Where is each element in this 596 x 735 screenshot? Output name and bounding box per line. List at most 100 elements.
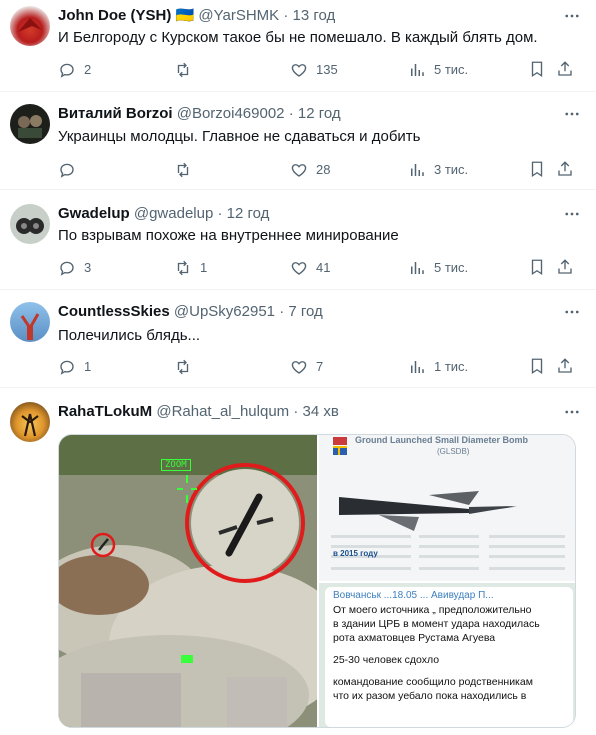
reply-button[interactable] [58, 160, 84, 180]
share-icon[interactable] [556, 357, 576, 377]
tweet-text: По взрывам похоже на внутреннее минирова… [58, 227, 399, 244]
chat-line: 25-30 человек сдохло [333, 654, 440, 666]
heart-icon [291, 361, 307, 374]
chat-screenshot-image[interactable]: Вовчанськ ...18.05 ... Авивудар П... От … [319, 583, 575, 727]
chat-message: Вовчанськ ...18.05 ... Авивудар П... От … [325, 587, 573, 727]
views-button[interactable]: 5 тис. [408, 258, 468, 278]
handle[interactable]: @Borzoi469002 [177, 105, 285, 122]
avatar[interactable] [10, 6, 50, 46]
handle[interactable]: @UpSky62951 [174, 303, 275, 320]
tweet-text: И Белгороду с Курском такое бы не помеша… [58, 29, 538, 46]
retweet-button[interactable]: 1 [174, 258, 207, 278]
reply-icon [60, 261, 74, 276]
bookmark-icon[interactable] [528, 258, 548, 278]
tweet[interactable]: CountlessSkies @UpSky62951 · 7 год Полеч… [0, 290, 596, 388]
display-name[interactable]: Виталий Borzoi [58, 105, 173, 122]
bookmark-icon[interactable] [528, 357, 548, 377]
tweet-header: Gwadelup @gwadelup · 12 год [58, 204, 269, 224]
infographic-image[interactable]: Ground Launched Small Diameter Bomb (GLS… [319, 435, 575, 581]
share-icon[interactable] [556, 160, 576, 180]
more-icon[interactable] [562, 204, 582, 224]
display-name[interactable]: CountlessSkies [58, 303, 170, 320]
tweet-text: Полечились блядь... [58, 327, 201, 344]
like-button[interactable]: 135 [290, 60, 338, 80]
tweet-header: Виталий Borzoi @Borzoi469002 · 12 год [58, 104, 341, 124]
more-icon[interactable] [562, 402, 582, 422]
views-button[interactable]: 5 тис. [408, 60, 468, 80]
timestamp[interactable]: · 13 год [283, 7, 335, 24]
action-bar: 2 135 5 тис. [58, 60, 578, 80]
heart-icon [291, 64, 307, 77]
like-count: 28 [316, 162, 331, 177]
video-zoom-label: ZOOM [161, 459, 191, 471]
like-button[interactable]: 28 [290, 160, 330, 180]
retweet-icon [177, 162, 189, 178]
reply-icon [60, 63, 74, 78]
timestamp[interactable]: · 34 хв [293, 403, 338, 420]
media-grid[interactable]: ZOOM Ground Launched Small Diameter Bomb… [58, 434, 576, 728]
handle[interactable]: @YarSHMK [198, 7, 279, 24]
display-name[interactable]: John Doe (YSH) [58, 7, 171, 24]
view-count: 5 тис. [434, 260, 469, 275]
analytics-icon [411, 262, 424, 274]
country-flag-badge: 🇺🇦 [175, 7, 195, 24]
analytics-icon [411, 64, 424, 76]
handle[interactable]: @Rahat_al_hulqum [156, 403, 289, 420]
avatar[interactable] [10, 104, 50, 144]
drone-video-image[interactable]: ZOOM [59, 435, 317, 727]
chat-line: что их разом уебало пока находились в [333, 690, 527, 702]
tweet-header: CountlessSkies @UpSky62951 · 7 год [58, 302, 323, 322]
more-icon[interactable] [562, 6, 582, 26]
avatar[interactable] [10, 302, 50, 342]
timestamp[interactable]: · 7 год [279, 303, 323, 320]
tweet[interactable]: John Doe (YSH) 🇺🇦 @YarSHMK · 13 год И Бе… [0, 0, 596, 92]
chat-line: рота ахматовцев Рустама Агуева [333, 632, 496, 644]
action-bar: 3 1 41 5 тис. [58, 258, 578, 278]
action-bar: 1 7 1 тис. [58, 357, 578, 377]
views-button[interactable]: 3 тис. [408, 160, 468, 180]
bookmark-icon[interactable] [528, 160, 548, 180]
reply-button[interactable]: 2 [58, 60, 91, 80]
more-icon[interactable] [562, 302, 582, 322]
handle[interactable]: @gwadelup [134, 205, 213, 222]
tweet[interactable]: Gwadelup @gwadelup · 12 год По взрывам п… [0, 190, 596, 290]
share-icon[interactable] [556, 60, 576, 80]
infographic-year: в 2015 году [333, 549, 378, 558]
more-icon[interactable] [562, 104, 582, 124]
views-button[interactable]: 1 тис. [408, 357, 468, 377]
display-name[interactable]: Gwadelup [58, 205, 130, 222]
action-bar: 28 3 тис. [58, 160, 578, 180]
view-count: 5 тис. [434, 62, 469, 77]
retweet-button[interactable] [174, 60, 200, 80]
tweet[interactable]: Виталий Borzoi @Borzoi469002 · 12 год Ук… [0, 92, 596, 190]
bookmark-icon[interactable] [528, 60, 548, 80]
analytics-icon [411, 164, 424, 176]
reply-count: 1 [84, 359, 92, 374]
chat-line [333, 645, 565, 653]
reply-button[interactable]: 3 [58, 258, 91, 278]
timestamp[interactable]: · 12 год [217, 205, 269, 222]
avatar[interactable] [10, 204, 50, 244]
retweet-count: 1 [200, 260, 208, 275]
like-count: 7 [316, 359, 324, 374]
view-count: 1 тис. [434, 359, 469, 374]
chat-header: Вовчанськ ...18.05 ... Авивудар П... [333, 590, 494, 601]
reply-count: 3 [84, 260, 92, 275]
reply-icon [60, 163, 74, 178]
tweet-header: John Doe (YSH) 🇺🇦 @YarSHMK · 13 год [58, 6, 335, 26]
like-button[interactable]: 41 [290, 258, 330, 278]
reply-count: 2 [84, 62, 92, 77]
reply-button[interactable]: 1 [58, 357, 91, 377]
share-icon[interactable] [556, 258, 576, 278]
like-button[interactable]: 7 [290, 357, 323, 377]
retweet-icon [177, 260, 189, 276]
retweet-button[interactable] [174, 357, 200, 377]
display-name[interactable]: RahaTLokuM [58, 403, 152, 420]
chat-line: От моего источника „ предположительно [333, 604, 532, 616]
reply-icon [60, 360, 74, 375]
avatar[interactable] [10, 402, 50, 442]
heart-icon [291, 262, 307, 275]
infographic-subtitle: (GLSDB) [437, 447, 470, 456]
timestamp[interactable]: · 12 год [289, 105, 341, 122]
retweet-button[interactable] [174, 160, 200, 180]
